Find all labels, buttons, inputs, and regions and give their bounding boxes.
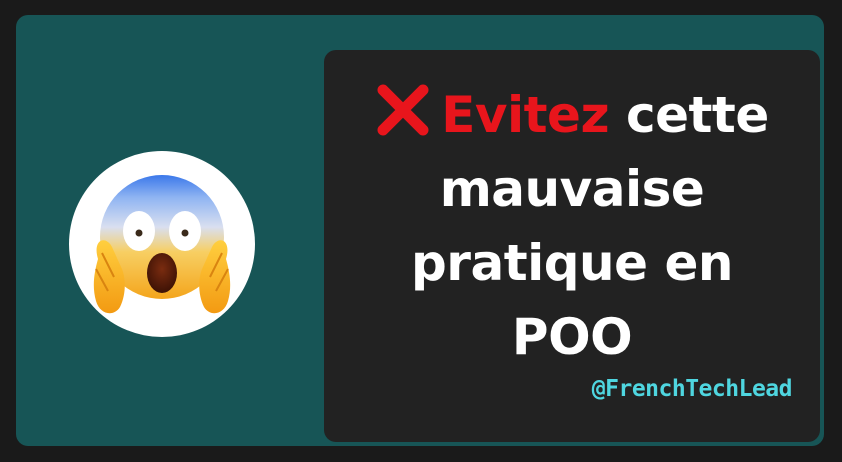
- cross-mark-icon: [377, 84, 429, 136]
- headline-line-2: mauvaise: [439, 160, 705, 218]
- headline-line-4: POO: [511, 308, 633, 366]
- headline-line-3: pratique en: [411, 234, 733, 292]
- headline-highlight: Evitez: [441, 86, 610, 144]
- headline-line-1: Evitez cette: [324, 78, 820, 152]
- title-panel: Evitez cette mauvaise pratique en POO @F…: [324, 50, 820, 442]
- screaming-in-fear-emoji-icon: [93, 175, 231, 314]
- headline-line-1-rest: cette: [609, 86, 769, 144]
- thumbnail-card: Evitez cette mauvaise pratique en POO @F…: [16, 15, 824, 446]
- avatar: [69, 151, 255, 337]
- author-handle: @FrenchTechLead: [591, 376, 793, 402]
- headline: Evitez cette mauvaise pratique en POO: [324, 78, 820, 374]
